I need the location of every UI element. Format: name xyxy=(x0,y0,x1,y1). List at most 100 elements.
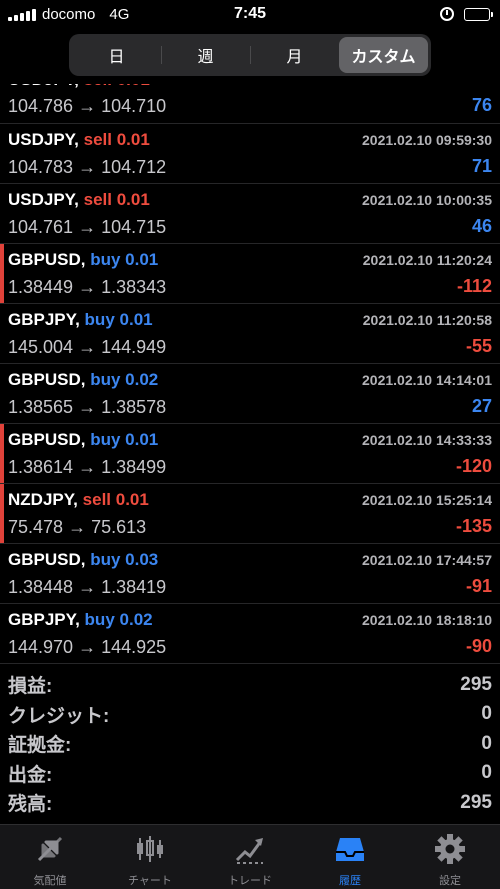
trade-symbol: GBPUSD, buy 0.02 xyxy=(8,370,158,390)
history-row[interactable]: GBPUSD, buy 0.03 2021.02.10 17:44:57 1.384… xyxy=(0,544,500,604)
trade-prices: 1.38448 → 1.38419 xyxy=(8,577,166,598)
open-price: 104.786 xyxy=(8,96,74,116)
trade-datetime: 2021.02.10 11:20:58 xyxy=(362,312,492,328)
history-row[interactable]: GBPJPY, buy 0.02 2021.02.10 18:18:10 144.9… xyxy=(0,604,500,664)
trade-datetime: 2021.02.10 11:20:24 xyxy=(362,252,492,268)
summary-value: 0 xyxy=(481,703,492,725)
close-price: 75.613 xyxy=(91,517,147,537)
trade-symbol: GBPUSD, buy 0.03 xyxy=(8,550,158,570)
summary-label: 残高: xyxy=(8,794,53,816)
arrow-icon: → xyxy=(73,577,102,597)
side-label: buy xyxy=(90,250,121,269)
open-price: 1.38614 xyxy=(8,457,74,477)
period-tab-month[interactable]: 月 xyxy=(250,37,339,73)
trade-prices: 1.38565 → 1.38578 xyxy=(8,397,166,418)
trade-datetime: 2021.02.10 09:59:30 xyxy=(362,132,492,148)
side-label: sell xyxy=(84,84,112,89)
close-price: 1.38419 xyxy=(101,577,167,597)
history-row[interactable]: USDJPY, sell 0.01 104.786 → 104.710 76 xyxy=(0,84,500,124)
tab-trade[interactable]: トレード xyxy=(200,825,300,889)
tab-label: チャート xyxy=(128,875,172,887)
trade-profit: -91 xyxy=(465,576,492,596)
history-list[interactable]: USDJPY, sell 0.01104.786 → 104.71076USDJ… xyxy=(0,84,500,670)
trade-side: sell 0.01 xyxy=(84,84,150,89)
summary-label: 損益: xyxy=(8,676,53,698)
history-row[interactable]: NZDJPY, sell 0.01 2021.02.10 15:25:14 75.4… xyxy=(0,484,500,544)
side-label: sell xyxy=(83,190,112,209)
trade-side: buy 0.01 xyxy=(90,250,158,269)
history-row[interactable]: USDJPY, sell 0.01 2021.02.10 09:59:30 104.… xyxy=(0,124,500,184)
tab-quotes[interactable]: 気配値 xyxy=(0,825,100,889)
period-tab-week[interactable]: 週 xyxy=(161,37,250,73)
arrow-icon: → xyxy=(73,637,102,657)
trade-side: buy 0.01 xyxy=(90,430,158,449)
close-price: 144.949 xyxy=(101,337,167,357)
history-row[interactable]: GBPUSD, buy 0.02 2021.02.10 14:14:01 1.385… xyxy=(0,364,500,424)
tab-label: トレード xyxy=(228,875,272,887)
trade-profit: -55 xyxy=(465,336,492,356)
arrow-icon: → xyxy=(73,96,102,116)
trade-profit: 76 xyxy=(471,95,492,115)
chart-icon xyxy=(133,832,167,866)
trade-datetime: 2021.02.10 14:14:01 xyxy=(362,372,492,388)
close-price: 1.38343 xyxy=(101,277,167,297)
symbol-name: NZDJPY, xyxy=(8,490,78,509)
open-price: 104.783 xyxy=(8,157,74,177)
symbol-name: GBPUSD, xyxy=(8,550,86,569)
alarm-icon xyxy=(440,7,454,21)
close-price: 1.38499 xyxy=(101,457,167,477)
trade-profit: -120 xyxy=(455,456,492,476)
close-price: 1.38578 xyxy=(101,397,167,417)
close-price: 144.925 xyxy=(101,637,167,657)
summary-value: 295 xyxy=(460,673,492,695)
trade-side: sell 0.01 xyxy=(84,130,150,149)
history-row[interactable]: GBPUSD, buy 0.01 2021.02.10 11:20:24 1.384… xyxy=(0,244,500,304)
period-tab-custom[interactable]: カスタム xyxy=(339,37,428,73)
trade-side: sell 0.01 xyxy=(84,190,150,209)
tab-settings[interactable]: 設定 xyxy=(400,825,500,889)
close-price: 104.715 xyxy=(101,217,167,237)
trade-profit: -112 xyxy=(456,276,492,296)
trade-profit: 71 xyxy=(471,156,492,176)
trade-side: buy 0.02 xyxy=(85,610,153,629)
history-row[interactable]: GBPUSD, buy 0.01 2021.02.10 14:33:33 1.386… xyxy=(0,424,500,484)
symbol-name: GBPJPY, xyxy=(8,310,80,329)
status-right xyxy=(440,7,493,21)
lot-size: 0.01 xyxy=(115,490,149,509)
summary-value: 0 xyxy=(481,732,492,754)
lot-size: 0.01 xyxy=(119,310,153,329)
trade-prices: 144.970 → 144.925 xyxy=(8,637,166,658)
history-row[interactable]: USDJPY, sell 0.01 2021.02.10 10:00:35 104.… xyxy=(0,184,500,244)
period-tab-day[interactable]: 日 xyxy=(72,37,161,73)
lot-size: 0.01 xyxy=(125,430,159,449)
side-label: buy xyxy=(90,550,121,569)
trade-datetime: 2021.02.10 17:44:57 xyxy=(362,552,492,568)
tab-label: 履歴 xyxy=(339,875,361,887)
trade-icon xyxy=(233,832,267,866)
lot-size: 0.01 xyxy=(116,190,150,209)
account-summary: 損益: 295 クレジット: 0 証拠金: 0 出金: 0 残高: 295 xyxy=(0,670,500,818)
open-price: 1.38448 xyxy=(8,577,74,597)
trade-prices: 104.761 → 104.715 xyxy=(8,217,166,238)
trade-side: buy 0.02 xyxy=(90,370,158,389)
side-label: buy xyxy=(90,370,121,389)
lot-size: 0.01 xyxy=(117,84,150,89)
trade-prices: 1.38614 → 1.38499 xyxy=(8,457,166,478)
arrow-icon: → xyxy=(73,217,102,237)
trade-profit: 46 xyxy=(471,216,492,236)
lot-size: 0.02 xyxy=(119,610,153,629)
lot-size: 0.02 xyxy=(125,370,159,389)
tab-history[interactable]: 履歴 xyxy=(300,825,400,889)
history-row[interactable]: GBPJPY, buy 0.01 2021.02.10 11:20:58 145.0… xyxy=(0,304,500,364)
arrow-icon: → xyxy=(73,277,102,297)
close-price: 104.712 xyxy=(101,157,167,177)
trade-symbol: USDJPY, sell 0.01 xyxy=(8,130,150,150)
tab-chart[interactable]: チャート xyxy=(100,825,200,889)
lot-size: 0.01 xyxy=(125,250,159,269)
trade-prices: 104.783 → 104.712 xyxy=(8,157,166,178)
arrow-icon: → xyxy=(63,517,92,537)
open-price: 1.38449 xyxy=(8,277,74,297)
trade-symbol: USDJPY, sell 0.01 xyxy=(8,190,150,210)
status-bar: docomo 4G 7:45 xyxy=(0,0,500,30)
trade-datetime: 2021.02.10 14:33:33 xyxy=(362,432,492,448)
